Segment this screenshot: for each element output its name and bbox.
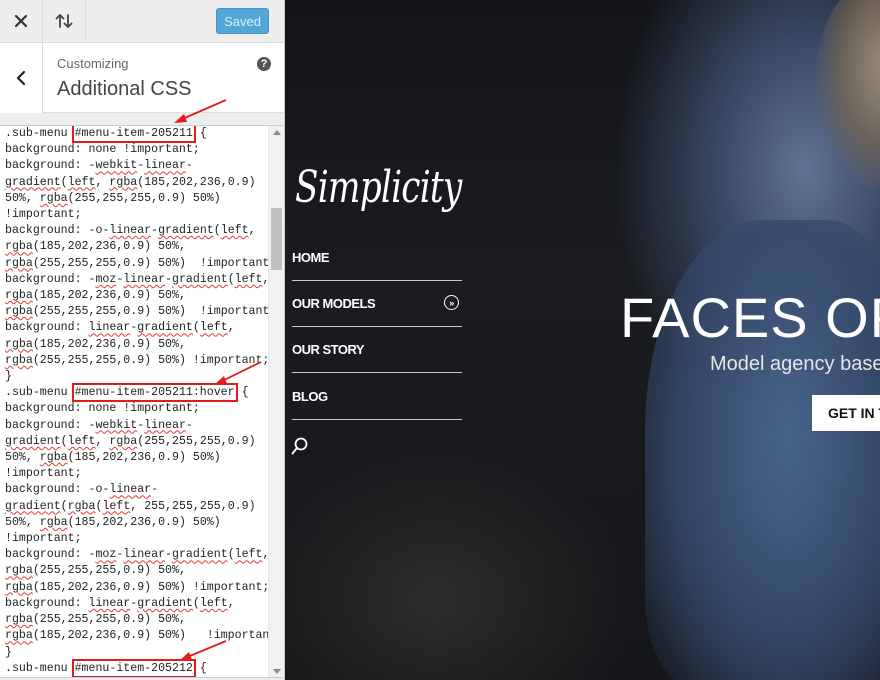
nav-item-label: OUR MODELS	[292, 296, 376, 311]
scroll-up-icon[interactable]	[273, 130, 281, 135]
close-icon	[15, 15, 27, 27]
css-code-editor[interactable]: .sub-menu #menu-item-205211 {background:…	[0, 125, 284, 678]
site-preview: Simplicity HOME OUR MODELS » OUR STORY B…	[285, 0, 880, 680]
hero-title: FACES OF	[620, 286, 880, 349]
back-button[interactable]	[0, 43, 43, 113]
hero-subtitle: Model agency base	[710, 353, 880, 375]
reorder-button[interactable]	[43, 0, 86, 42]
code-line[interactable]: background: -o-linear-	[5, 482, 267, 498]
hero-cta-button[interactable]: GET IN T	[812, 395, 880, 431]
code-line[interactable]: background: none !important;	[5, 401, 267, 417]
annotation-arrow-icon	[174, 99, 227, 123]
customizer-panel: Saved Customizing Additional CSS ? .sub-…	[0, 0, 285, 680]
annotation-arrow-icon	[214, 361, 262, 385]
arrows-up-down-icon	[55, 14, 73, 28]
code-line[interactable]: background: linear-gradient(left,	[5, 596, 267, 612]
code-line[interactable]: rgba(185,202,236,0.9) 50%,	[5, 337, 267, 353]
close-button[interactable]	[0, 0, 43, 42]
nav-item-blog[interactable]: BLOG	[292, 374, 462, 420]
nav-item-label: HOME	[292, 250, 330, 265]
code-line[interactable]: 50%, rgba(185,202,236,0.9) 50%)	[5, 515, 267, 531]
section-header: Customizing Additional CSS ?	[0, 43, 284, 113]
code-line[interactable]: gradient(left, rgba(255,255,255,0.9)	[5, 434, 267, 450]
code-line[interactable]: rgba(185,202,236,0.9) 50%,	[5, 239, 267, 255]
scroll-down-icon[interactable]	[273, 669, 281, 674]
code-line[interactable]: background: -webkit-linear-	[5, 418, 267, 434]
code-line[interactable]: background: -moz-linear-gradient(left,	[5, 547, 269, 563]
saved-button[interactable]: Saved	[216, 8, 269, 34]
highlight-box: #menu-item-205211:hover	[71, 383, 238, 403]
editor-scrollbar[interactable]	[268, 126, 284, 677]
nav-item-label: OUR STORY	[292, 342, 365, 357]
chevron-double-right-icon[interactable]: »	[444, 295, 459, 310]
code-content[interactable]: .sub-menu #menu-item-205211 {background:…	[5, 126, 283, 677]
hero-image-hair	[815, 0, 880, 190]
code-line[interactable]: !important;	[5, 207, 267, 223]
code-line[interactable]: rgba(255,255,255,0.9) 50%) !important;	[5, 304, 276, 320]
nav-item-home[interactable]: HOME	[292, 235, 462, 281]
code-line[interactable]: background: none !important;	[5, 142, 267, 158]
highlight-box: #menu-item-205211	[71, 126, 196, 143]
code-line[interactable]: !important;	[5, 531, 267, 547]
code-line[interactable]: gradient(left, rgba(185,202,236,0.9)	[5, 175, 267, 191]
code-line[interactable]: background: linear-gradient(left,	[5, 320, 267, 336]
annotation-arrow-icon	[179, 640, 227, 661]
code-line[interactable]: background: -o-linear-gradient(left,	[5, 223, 267, 239]
code-line[interactable]: .sub-menu #menu-item-205211 {	[5, 126, 267, 143]
code-line[interactable]: 50%, rgba(255,255,255,0.9) 50%)	[5, 191, 267, 207]
code-line[interactable]: .sub-menu #menu-item-205212 {	[5, 658, 267, 677]
code-line[interactable]: background: -moz-linear-gradient(left,	[5, 272, 269, 288]
search-icon[interactable]	[291, 436, 309, 456]
code-line[interactable]: rgba(255,255,255,0.9) 50%) !important;	[5, 256, 276, 272]
customizing-label: Customizing	[57, 56, 129, 71]
code-line[interactable]: rgba(185,202,236,0.9) 50%,	[5, 288, 267, 304]
chevron-left-icon	[16, 70, 26, 86]
help-icon[interactable]: ?	[257, 57, 271, 71]
code-line[interactable]: gradient(rgba(left, 255,255,255,0.9)	[5, 499, 267, 515]
code-line[interactable]: rgba(185,202,236,0.9) 50%) !important;	[5, 580, 269, 596]
nav-item-label: BLOG	[292, 389, 328, 404]
code-line[interactable]: 50%, rgba(185,202,236,0.9) 50%)	[5, 450, 267, 466]
customizer-topbar: Saved	[0, 0, 284, 43]
scroll-thumb[interactable]	[271, 208, 282, 270]
highlight-box: #menu-item-205212	[71, 658, 196, 677]
nav-item-our-story[interactable]: OUR STORY	[292, 327, 462, 373]
code-line[interactable]: rgba(255,255,255,0.9) 50%,	[5, 612, 267, 628]
code-line[interactable]: background: -webkit-linear-	[5, 158, 267, 174]
code-line[interactable]: !important;	[5, 466, 267, 482]
nav-item-our-models[interactable]: OUR MODELS »	[292, 281, 462, 327]
site-logo[interactable]: Simplicity	[295, 162, 462, 213]
code-line[interactable]: rgba(255,255,255,0.9) 50%,	[5, 563, 267, 579]
